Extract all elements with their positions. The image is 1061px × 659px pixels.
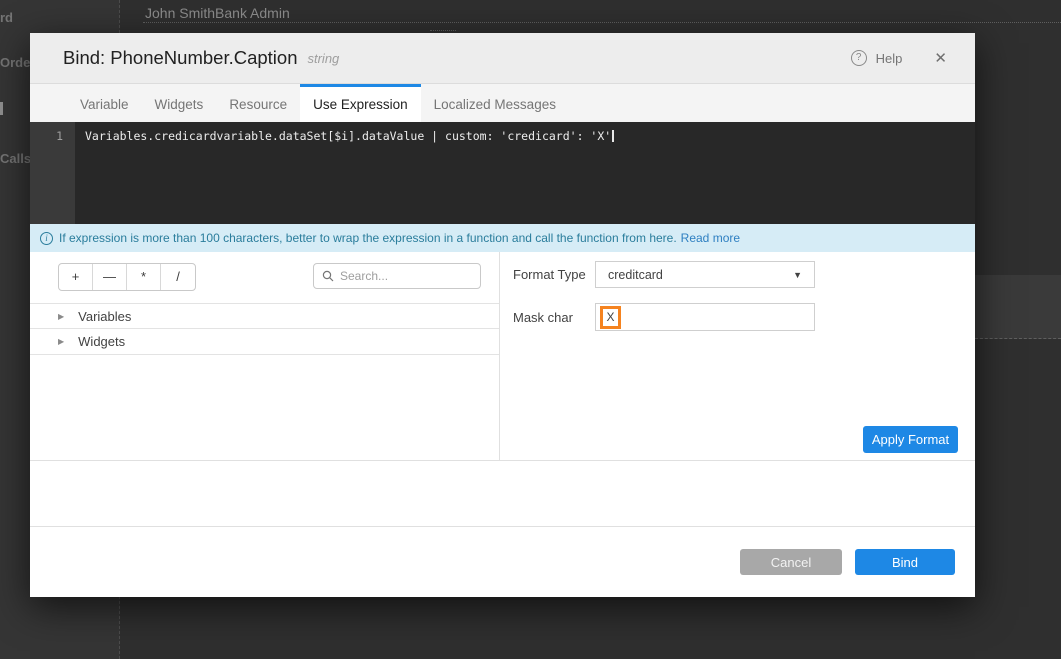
operator-button-group: + — * / xyxy=(58,263,196,291)
bind-dialog: Bind: PhoneNumber.Caption string ? Help … xyxy=(30,33,975,597)
info-banner: i If expression is more than 100 charact… xyxy=(30,224,975,252)
chevron-right-icon[interactable]: ▶ xyxy=(58,312,64,321)
preview-section xyxy=(30,460,975,527)
property-type-badge: string xyxy=(307,51,339,66)
read-more-link[interactable]: Read more xyxy=(681,231,740,245)
cancel-button[interactable]: Cancel xyxy=(740,549,842,575)
tree-item-widgets[interactable]: ▶ Widgets xyxy=(30,329,499,355)
editor-code-line[interactable]: Variables.credicardvariable.dataSet[$i].… xyxy=(75,122,975,224)
dialog-title: Bind: PhoneNumber.Caption xyxy=(63,47,297,69)
expression-editor[interactable]: 1 Variables.credicardvariable.dataSet[$i… xyxy=(30,122,975,224)
dialog-footer: Cancel Bind xyxy=(30,527,975,597)
operator-minus-button[interactable]: — xyxy=(93,264,127,290)
operator-divide-button[interactable]: / xyxy=(161,264,195,290)
help-icon: ? xyxy=(851,50,867,66)
sidebar-item-dashboard-partial: rd xyxy=(0,10,13,25)
background-user-label: John SmithBank Admin xyxy=(145,5,290,21)
expression-builder-pane: + — * / ▶ Variables xyxy=(30,252,500,460)
dialog-tab-bar: Variable Widgets Resource Use Expression… xyxy=(30,84,975,122)
dialog-body: + — * / ▶ Variables xyxy=(30,252,975,460)
sidebar-item-calls: Calls xyxy=(0,151,31,166)
tab-variable[interactable]: Variable xyxy=(67,84,142,122)
tab-localized-messages[interactable]: Localized Messages xyxy=(421,84,569,122)
app-stage: rd Order Calls John SmithBank Admin Bind… xyxy=(0,0,1061,659)
bind-button[interactable]: Bind xyxy=(855,549,955,575)
help-button[interactable]: ? Help xyxy=(851,50,903,66)
operator-multiply-button[interactable]: * xyxy=(127,264,161,290)
chevron-down-icon: ▼ xyxy=(793,270,802,280)
tree-item-variables[interactable]: ▶ Variables xyxy=(30,303,499,329)
info-icon: i xyxy=(40,232,53,245)
line-number: 1 xyxy=(56,129,63,143)
chevron-right-icon[interactable]: ▶ xyxy=(58,337,64,346)
format-type-label: Format Type xyxy=(513,267,586,282)
tab-use-expression[interactable]: Use Expression xyxy=(300,84,421,122)
format-options-pane: Format Type creditcard ▼ Mask char X App… xyxy=(500,252,975,460)
help-label: Help xyxy=(876,51,903,66)
text-caret xyxy=(612,130,614,142)
info-message: If expression is more than 100 character… xyxy=(59,231,677,245)
search-input[interactable] xyxy=(340,269,472,283)
apply-format-button[interactable]: Apply Format xyxy=(863,426,958,453)
format-type-value: creditcard xyxy=(608,268,793,282)
dialog-header: Bind: PhoneNumber.Caption string ? Help … xyxy=(30,33,975,84)
mask-char-label: Mask char xyxy=(513,310,573,325)
editor-gutter: 1 xyxy=(30,122,75,224)
binding-source-tree: ▶ Variables ▶ Widgets xyxy=(30,303,499,355)
sidebar-item-partial-mark xyxy=(0,102,3,115)
search-icon xyxy=(322,270,334,282)
tab-resource[interactable]: Resource xyxy=(216,84,300,122)
close-icon[interactable]: ✕ xyxy=(934,49,947,67)
tab-widgets[interactable]: Widgets xyxy=(142,84,217,122)
tree-item-label: Widgets xyxy=(78,334,125,349)
mask-char-token[interactable]: X xyxy=(600,306,621,329)
operator-plus-button[interactable]: + xyxy=(59,264,93,290)
background-dotted-inner xyxy=(430,30,456,31)
search-box xyxy=(313,263,481,289)
mask-char-input[interactable]: X xyxy=(595,303,815,331)
format-type-select[interactable]: creditcard ▼ xyxy=(595,261,815,288)
tree-item-label: Variables xyxy=(78,309,131,324)
background-right-panel xyxy=(975,275,1061,339)
